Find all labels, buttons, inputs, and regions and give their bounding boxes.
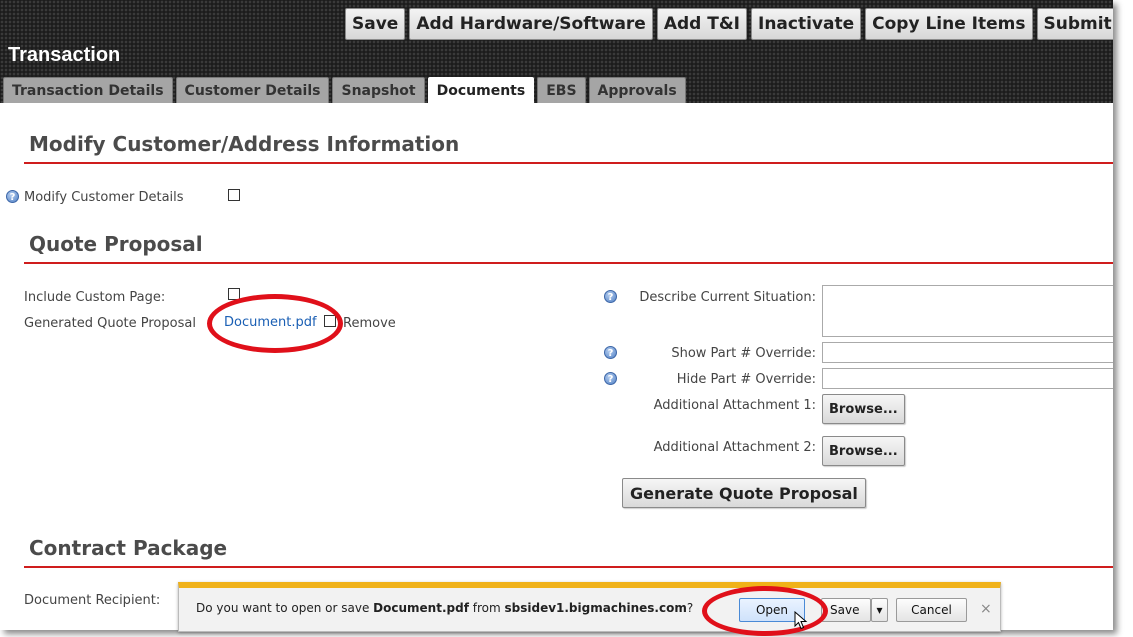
download-notification-bar: Do you want to open or save Document.pdf…	[178, 582, 1001, 632]
help-icon[interactable]: ?	[6, 190, 19, 203]
help-icon[interactable]: ?	[604, 290, 617, 303]
download-message: Do you want to open or save Document.pdf…	[196, 601, 694, 615]
section-title-quote-proposal: Quote Proposal	[24, 232, 1113, 264]
add-hardware-software-button[interactable]: Add Hardware/Software	[409, 8, 653, 40]
section-title-modify-customer: Modify Customer/Address Information	[24, 132, 1113, 164]
page-title: Transaction	[8, 44, 121, 66]
inactivate-button[interactable]: Inactivate	[751, 8, 862, 40]
close-icon[interactable]: ×	[980, 601, 992, 617]
tab-ebs[interactable]: EBS	[537, 77, 586, 103]
tab-customer-details[interactable]: Customer Details	[175, 77, 330, 103]
annotation-circle	[702, 586, 828, 636]
add-ti-button[interactable]: Add T&I	[656, 8, 747, 40]
include-custom-page-label: Include Custom Page:	[24, 290, 166, 305]
show-part-override-input[interactable]	[822, 342, 1113, 363]
mouse-cursor-icon	[794, 611, 808, 630]
hide-part-override-label: Hide Part # Override:	[676, 372, 816, 387]
modify-customer-details-checkbox[interactable]	[228, 189, 240, 201]
help-icon[interactable]: ?	[604, 346, 617, 359]
browse-attachment-2-button[interactable]: Browse...	[822, 436, 905, 466]
tab-approvals[interactable]: Approvals	[588, 77, 686, 103]
submit-for-button[interactable]: Submit for	[1036, 8, 1113, 40]
save-download-button[interactable]: Save	[821, 598, 871, 622]
app-window: Transaction Save Add Hardware/Software A…	[0, 0, 1113, 630]
additional-attachment-1-label: Additional Attachment 1:	[653, 398, 816, 413]
tab-transaction-details[interactable]: Transaction Details	[3, 77, 173, 103]
action-toolbar: Save Add Hardware/Software Add T&I Inact…	[345, 8, 1113, 40]
remove-label: Remove	[343, 316, 396, 331]
save-button[interactable]: Save	[345, 8, 406, 40]
section-title-contract-package: Contract Package	[24, 536, 1113, 568]
save-options-dropdown[interactable]: ▾	[871, 598, 888, 622]
generated-quote-proposal-label: Generated Quote Proposal	[24, 316, 196, 331]
modify-customer-details-label: Modify Customer Details	[24, 190, 184, 205]
additional-attachment-2-label: Additional Attachment 2:	[653, 440, 816, 455]
chevron-down-icon: ▾	[876, 603, 883, 617]
describe-current-situation-textarea[interactable]	[822, 285, 1113, 337]
tab-snapshot[interactable]: Snapshot	[332, 77, 425, 103]
browse-attachment-1-button[interactable]: Browse...	[822, 394, 905, 424]
annotation-circle	[207, 294, 343, 353]
describe-current-situation-label: Describe Current Situation:	[639, 290, 816, 305]
copy-line-items-button[interactable]: Copy Line Items	[865, 8, 1033, 40]
tab-bar: Transaction Details Customer Details Sna…	[3, 77, 686, 103]
help-icon[interactable]: ?	[604, 372, 617, 385]
generate-quote-proposal-button[interactable]: Generate Quote Proposal	[622, 478, 866, 508]
hide-part-override-input[interactable]	[822, 368, 1113, 389]
cancel-button[interactable]: Cancel	[896, 598, 967, 622]
show-part-override-label: Show Part # Override:	[671, 346, 816, 361]
tab-documents[interactable]: Documents	[427, 77, 535, 103]
document-recipient-label: Document Recipient:	[24, 593, 161, 608]
page-header: Transaction Save Add Hardware/Software A…	[0, 0, 1113, 103]
